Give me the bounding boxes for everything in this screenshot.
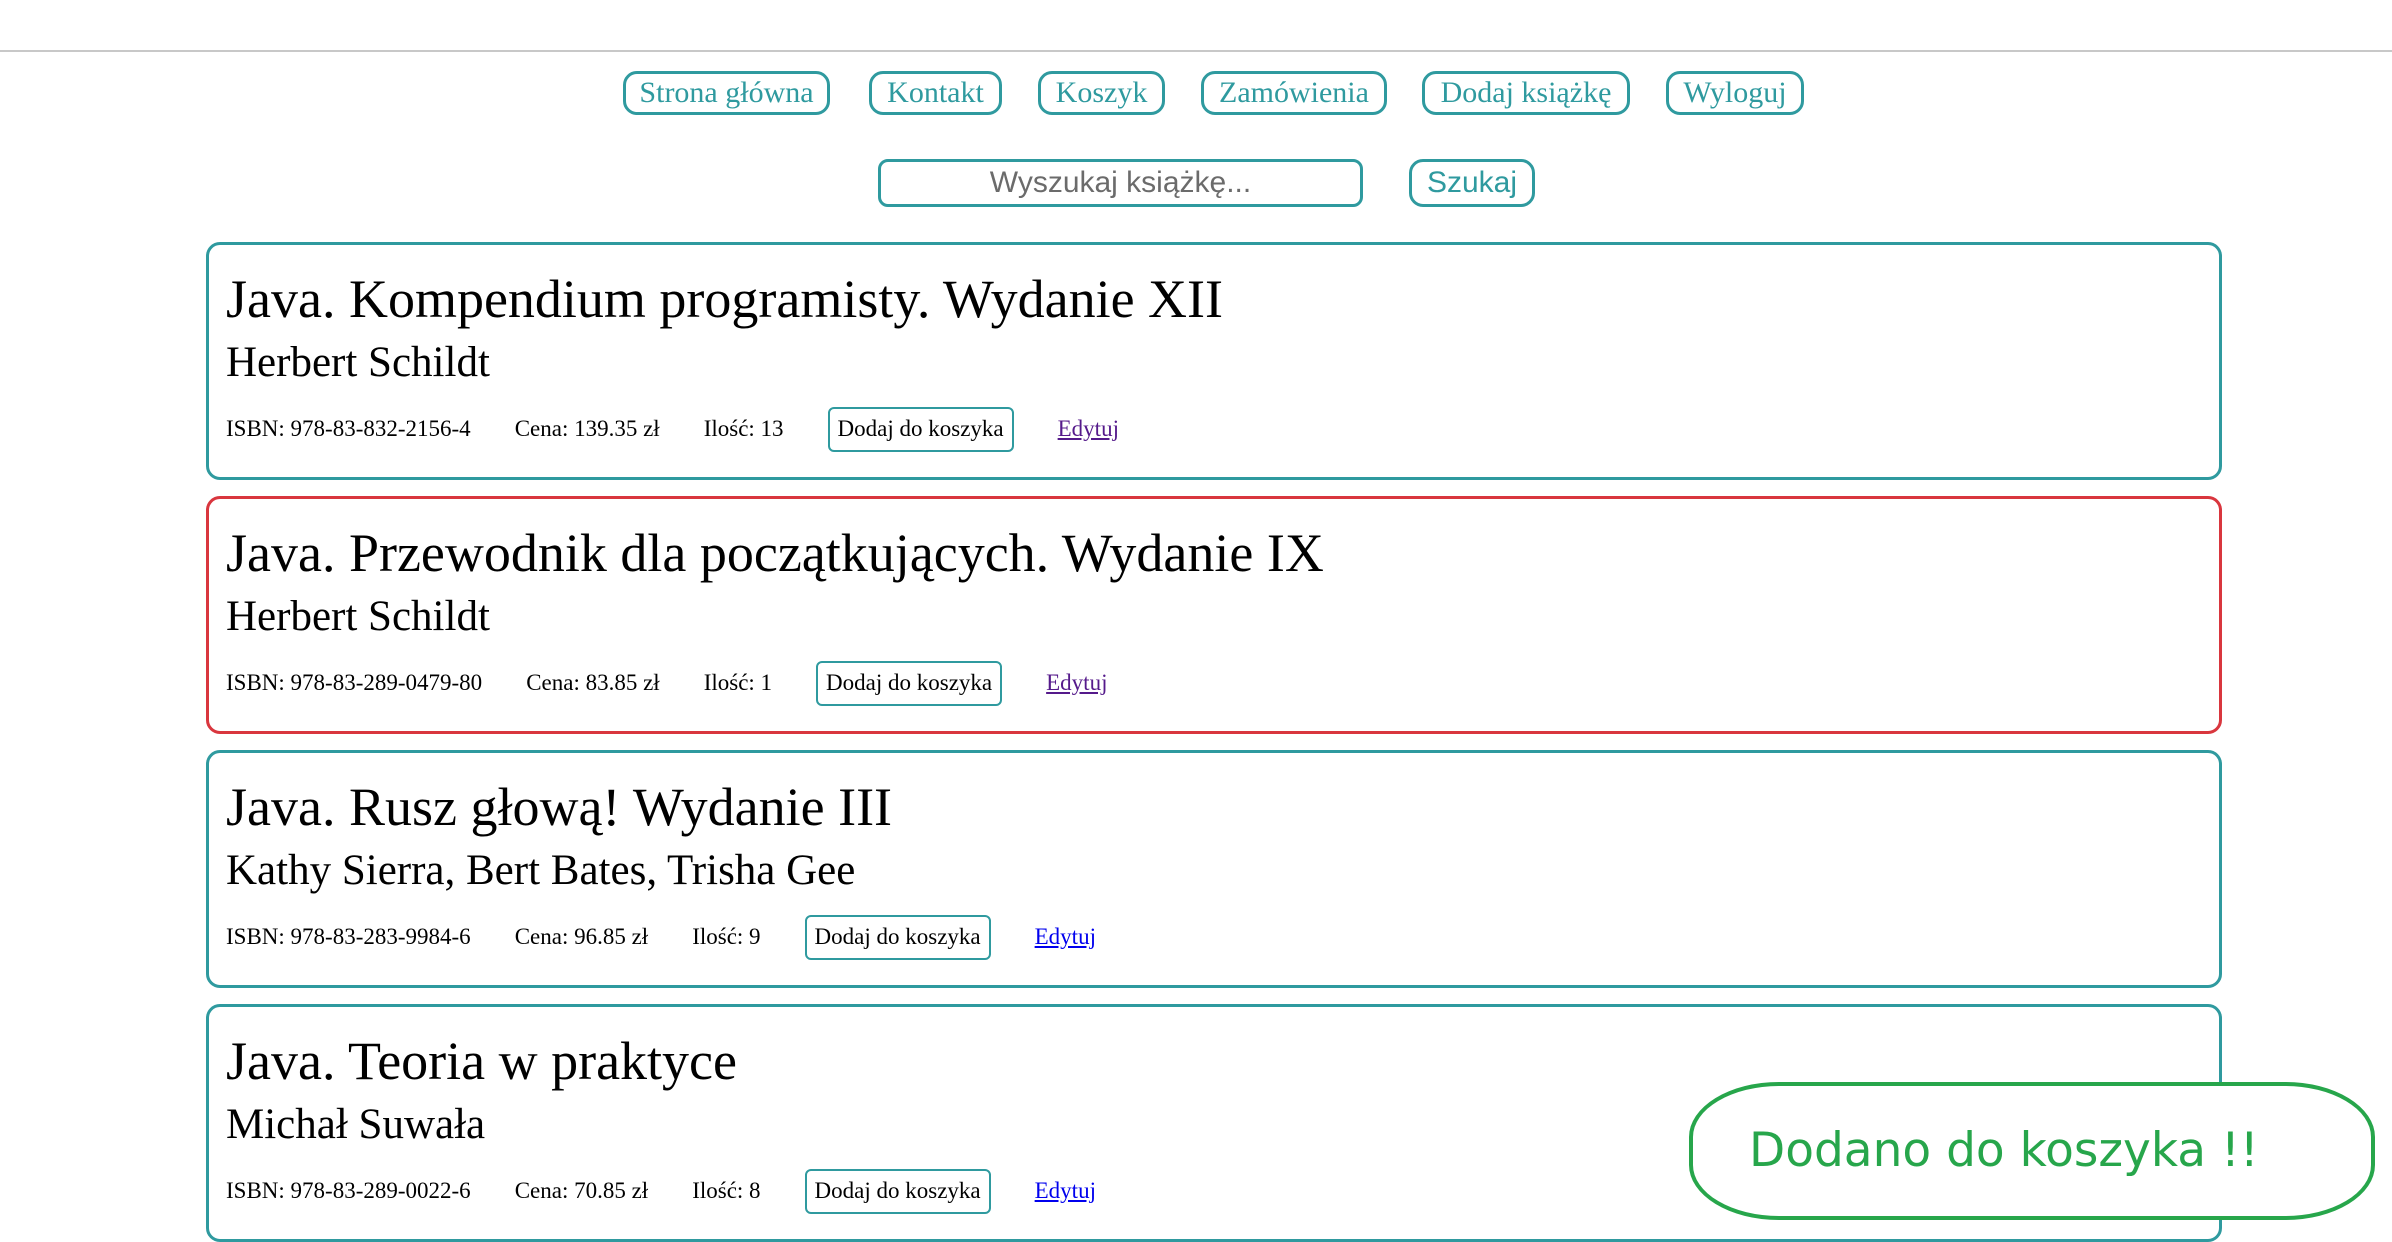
book-isbn: ISBN: 978-83-289-0022-6 — [226, 1178, 471, 1203]
edit-book-link[interactable]: Edytuj — [1035, 1178, 1096, 1204]
book-quantity: Ilość: 1 — [703, 670, 773, 695]
book-author: Herbert Schildt — [226, 339, 490, 386]
bookstore-page: Strona główna Kontakt Koszyk Zamówienia … — [0, 0, 2392, 1242]
book-title: Java. Kompendium programisty. Wydanie XI… — [226, 269, 1224, 329]
search-bar: Szukaj — [0, 159, 2392, 209]
main-nav: Strona główna Kontakt Koszyk Zamówienia … — [0, 71, 2392, 119]
book-card: Java. Rusz głową! Wydanie III Kathy Sier… — [206, 750, 2222, 988]
book-quantity: Ilość: 13 — [703, 416, 784, 441]
edit-book-link[interactable]: Edytuj — [1035, 924, 1096, 950]
add-to-cart-button[interactable]: Dodaj do koszyka — [804, 1168, 991, 1214]
book-card: Java. Kompendium programisty. Wydanie XI… — [206, 242, 2222, 480]
book-price: Cena: 83.85 zł — [526, 670, 660, 695]
edit-book-link[interactable]: Edytuj — [1046, 670, 1107, 696]
edit-book-link[interactable]: Edytuj — [1058, 416, 1119, 442]
book-meta: ISBN: 978-83-289-0479-80 Cena: 83.85 zł … — [226, 659, 1107, 707]
book-price: Cena: 96.85 zł — [514, 924, 649, 949]
add-to-cart-button[interactable]: Dodaj do koszyka — [827, 406, 1014, 452]
nav-cart-button[interactable]: Koszyk — [1038, 71, 1165, 115]
add-to-cart-button[interactable]: Dodaj do koszyka — [804, 914, 991, 960]
search-button[interactable]: Szukaj — [1409, 159, 1535, 207]
book-author: Michał Suwała — [226, 1101, 486, 1148]
book-meta: ISBN: 978-83-289-0022-6 Cena: 70.85 zł I… — [226, 1167, 1096, 1215]
book-meta: ISBN: 978-83-283-9984-6 Cena: 96.85 zł I… — [226, 913, 1096, 961]
book-isbn: ISBN: 978-83-289-0479-80 — [226, 670, 483, 695]
nav-orders-button[interactable]: Zamówienia — [1201, 71, 1387, 115]
book-title: Java. Teoria w praktyce — [226, 1031, 737, 1091]
nav-add-book-button[interactable]: Dodaj książkę — [1422, 71, 1630, 115]
top-divider — [0, 50, 2392, 52]
book-author: Kathy Sierra, Bert Bates, Trisha Gee — [226, 847, 856, 894]
book-author: Herbert Schildt — [226, 593, 490, 640]
book-isbn: ISBN: 978-83-283-9984-6 — [226, 924, 471, 949]
book-title: Java. Rusz głową! Wydanie III — [226, 777, 893, 837]
book-card-highlighted: Java. Przewodnik dla początkujących. Wyd… — [206, 496, 2222, 734]
book-price: Cena: 139.35 zł — [514, 416, 660, 441]
search-input[interactable] — [878, 159, 1363, 207]
book-meta: ISBN: 978-83-832-2156-4 Cena: 139.35 zł … — [226, 405, 1119, 453]
book-quantity: Ilość: 8 — [692, 1178, 761, 1203]
added-to-cart-toast: Dodano do koszyka !! — [1689, 1082, 2375, 1220]
book-isbn: ISBN: 978-83-832-2156-4 — [226, 416, 471, 441]
book-quantity: Ilość: 9 — [692, 924, 761, 949]
add-to-cart-button[interactable]: Dodaj do koszyka — [816, 660, 1003, 706]
book-title: Java. Przewodnik dla początkujących. Wyd… — [226, 523, 1324, 583]
nav-home-button[interactable]: Strona główna — [623, 71, 830, 115]
nav-logout-button[interactable]: Wyloguj — [1666, 71, 1804, 115]
nav-contact-button[interactable]: Kontakt — [869, 71, 1002, 115]
book-price: Cena: 70.85 zł — [514, 1178, 649, 1203]
